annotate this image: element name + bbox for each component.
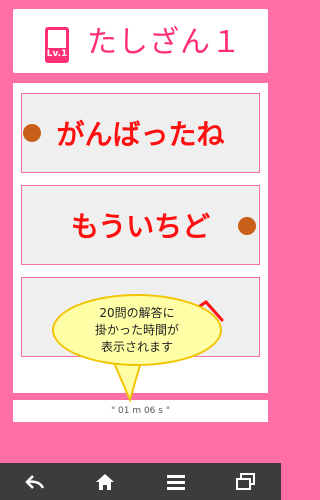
back-icon[interactable] xyxy=(24,471,46,493)
callout-line-1: 20問の解答に xyxy=(99,305,175,320)
praise-button[interactable]: がんばったね xyxy=(21,93,260,173)
callout-line-3: 表示されます xyxy=(100,339,173,354)
elapsed-time: " 01 m 06 s " xyxy=(13,400,268,422)
home-icon[interactable] xyxy=(94,471,116,493)
selection-marker-right xyxy=(238,217,256,235)
title-header: Lv.1 たしざん１ xyxy=(13,9,268,73)
retry-button[interactable]: もういちど xyxy=(21,185,260,265)
callout-line-2: 掛かった時間が xyxy=(94,322,179,337)
page-title: たしざん１ xyxy=(87,25,242,60)
recent-apps-icon[interactable] xyxy=(235,471,257,493)
level-card-icon: Lv.1 xyxy=(45,27,69,63)
system-nav-bar xyxy=(0,463,281,500)
level-badge: Lv.1 xyxy=(46,48,68,60)
time-callout: 20問の解答に 掛かった時間が 表示されます xyxy=(52,294,222,366)
menu-icon[interactable] xyxy=(165,471,187,493)
selection-marker-left xyxy=(23,124,41,142)
